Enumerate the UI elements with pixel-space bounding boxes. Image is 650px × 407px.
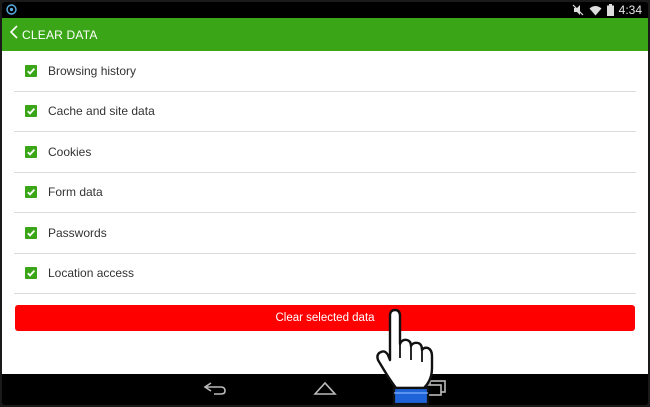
checkbox-checked[interactable]: [25, 226, 37, 239]
clock-time: 4:34: [618, 3, 642, 17]
action-bar: CLEAR DATA: [2, 18, 648, 51]
option-browsing-history[interactable]: Browsing history: [14, 51, 636, 92]
option-label: Browsing history: [48, 63, 137, 78]
home-icon[interactable]: [312, 380, 338, 401]
status-bar: 4:34: [2, 2, 648, 18]
option-label: Cookies: [48, 144, 92, 159]
back-button[interactable]: CLEAR DATA: [2, 25, 98, 44]
checkbox-checked[interactable]: [25, 267, 37, 280]
clear-selected-data-button[interactable]: Clear selected data: [15, 305, 635, 331]
navigation-bar: [2, 374, 648, 405]
mute-icon: [572, 4, 584, 16]
option-label: Cache and site data: [48, 104, 155, 119]
battery-icon: [606, 4, 614, 16]
checkbox-checked[interactable]: [25, 186, 37, 199]
app-notification-icon: [6, 4, 17, 18]
option-form-data[interactable]: Form data: [14, 173, 636, 213]
option-cookies[interactable]: Cookies: [14, 132, 636, 173]
option-label: Location access: [48, 266, 135, 281]
checkbox-checked[interactable]: [25, 105, 37, 118]
checkbox-checked[interactable]: [25, 64, 37, 77]
page-title: CLEAR DATA: [22, 27, 98, 42]
option-label: Form data: [48, 185, 103, 200]
clear-data-panel: Browsing history Cache and site data Coo…: [2, 51, 648, 374]
option-passwords[interactable]: Passwords: [14, 213, 636, 254]
option-cache-and-site-data[interactable]: Cache and site data: [14, 92, 636, 132]
checkbox-checked[interactable]: [25, 145, 37, 158]
chevron-left-icon: [9, 25, 18, 44]
back-icon[interactable]: [202, 380, 228, 401]
options-list: Browsing history Cache and site data Coo…: [14, 51, 636, 294]
device-screen: 4:34 CLEAR DATA Browsing history Cache a…: [2, 2, 648, 405]
hand-pointer-icon: [376, 308, 436, 405]
wifi-icon: [589, 5, 602, 16]
option-label: Passwords: [48, 225, 107, 240]
option-location-access[interactable]: Location access: [14, 254, 636, 294]
